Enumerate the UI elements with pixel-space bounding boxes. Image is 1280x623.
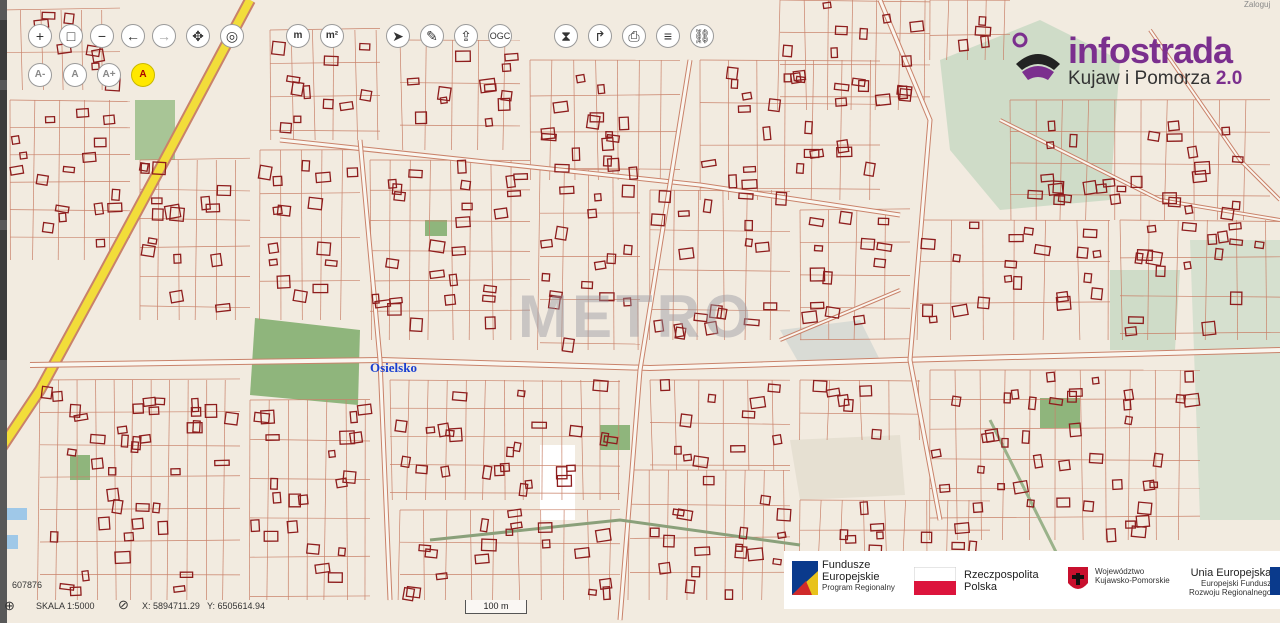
coord-y: Y: 6505614.94 (207, 601, 266, 611)
zoom-box-icon: □ (66, 28, 76, 44)
zoom-out-button[interactable]: − (90, 24, 114, 48)
scale-bar: 100 m (465, 600, 527, 614)
eu-flag-icon (1270, 567, 1280, 595)
wk-title2: Kujawsko-Pomorskie (1095, 576, 1170, 585)
ogc-label: OGC (489, 30, 511, 41)
funding-logos-bar: Fundusze Europejskie Program Regionalny … (784, 551, 1280, 609)
back-button[interactable]: ← (121, 24, 145, 48)
zoom-in-button[interactable]: + (28, 24, 52, 48)
watermark-text: METRO (518, 283, 755, 350)
draw-button[interactable]: ✎ (420, 24, 444, 48)
locate-button[interactable]: ◎ (220, 24, 244, 48)
export-button[interactable]: ⇪ (454, 24, 478, 48)
status-bar: 607876 ⊕ SKALA 1:5000 ⊘ X: 5894711.29 Y:… (0, 580, 470, 616)
zoom-to-extent-icon[interactable]: ⊕ (4, 598, 15, 614)
pan-arrows-icon: ✥ (192, 28, 204, 44)
font-larger-label: A+ (102, 69, 116, 80)
voivodeship-text: Województwo Kujawsko-Pomorskie (1095, 567, 1170, 585)
cursor-icon: ➤ (392, 28, 404, 44)
share-button[interactable]: ↱ (588, 24, 612, 48)
fe-title: Fundusze (822, 559, 871, 571)
print-button[interactable]: ⎙ (622, 24, 646, 48)
fe-sub: Program Regionalny (822, 583, 895, 592)
european-funds-logo-icon (792, 561, 818, 595)
republic-poland-text: Rzeczpospolita Polska (964, 569, 1039, 593)
ue-title: Unia Europejska (1190, 567, 1272, 579)
ue-sub2: Rozwoju Regionalnego (1189, 588, 1272, 597)
logo-subtitle: Kujaw i Pomorza 2.0 (1068, 68, 1242, 90)
select-button[interactable]: ➤ (386, 24, 410, 48)
voivodeship-crest-icon (1068, 567, 1088, 589)
pencil-icon: ✎ (426, 28, 438, 44)
compass-icon[interactable]: ⊘ (118, 597, 129, 613)
scale-label: SKALA 1:5000 (36, 601, 95, 611)
wk-title: Województwo (1095, 567, 1145, 576)
font-normal-label: A (71, 69, 79, 80)
link-icon: ⛓ (693, 28, 711, 44)
ue-sub: Europejski Fundusz (1201, 579, 1272, 588)
login-link[interactable]: Zaloguj (1244, 0, 1270, 9)
left-code: 607876 (12, 580, 43, 590)
measure-area-label: m² (325, 30, 339, 41)
pan-button[interactable]: ✥ (186, 24, 210, 48)
polish-flag-icon (914, 567, 956, 595)
ogc-button[interactable]: OGC (488, 24, 512, 48)
measure-length-button[interactable]: m (286, 24, 310, 48)
layers-button[interactable]: ≡ (656, 24, 680, 48)
place-label-osielsko: Osielsko (370, 360, 417, 375)
font-larger-button[interactable]: A+ (97, 63, 121, 87)
high-contrast-button[interactable]: A (131, 63, 155, 87)
minus-icon: − (97, 28, 107, 44)
hourglass-icon: ⧗ (561, 28, 571, 44)
share-arrow-icon: ↱ (594, 28, 606, 44)
measure-area-button[interactable]: m² (320, 24, 344, 48)
logo-version: 2.0 (1215, 68, 1243, 89)
coord-x: X: 5894711.29 (142, 601, 200, 611)
european-funds-text: Fundusze Europejskie Program Regionalny (822, 559, 895, 592)
logo-subtitle-text: Kujaw i Pomorza (1068, 68, 1211, 89)
forward-button[interactable]: → (152, 24, 176, 48)
locate-icon: ◎ (225, 28, 239, 44)
zoom-box-button[interactable]: □ (59, 24, 83, 48)
left-side-panel-tab[interactable] (0, 0, 7, 623)
font-smaller-label: A- (34, 69, 46, 80)
logo-title: infostrada (1068, 30, 1233, 71)
font-smaller-button[interactable]: A- (28, 63, 52, 87)
infostrada-logo: infostrada Kujaw i Pomorza 2.0 (1010, 30, 1270, 100)
high-contrast-label: A (139, 69, 147, 80)
plus-icon: + (35, 28, 45, 44)
link-button[interactable]: ⛓ (690, 24, 714, 48)
rp-title2: Polska (964, 581, 998, 593)
printer-icon: ⎙ (628, 28, 640, 44)
arrow-right-icon: → (157, 28, 171, 44)
clear-button[interactable]: ⧗ (554, 24, 578, 48)
layers-list-icon: ≡ (663, 28, 673, 44)
fe-title2: Europejskie (822, 571, 880, 583)
infostrada-logo-icon (1012, 32, 1060, 80)
arrow-left-icon: ← (126, 28, 140, 44)
export-icon: ⇪ (460, 28, 472, 44)
rp-title: Rzeczpospolita (964, 569, 1039, 581)
font-normal-button[interactable]: A (63, 63, 87, 87)
european-union-text: Unia Europejska Europejski Fundusz Rozwo… (1189, 567, 1271, 597)
measure-length-label: m (293, 30, 303, 41)
